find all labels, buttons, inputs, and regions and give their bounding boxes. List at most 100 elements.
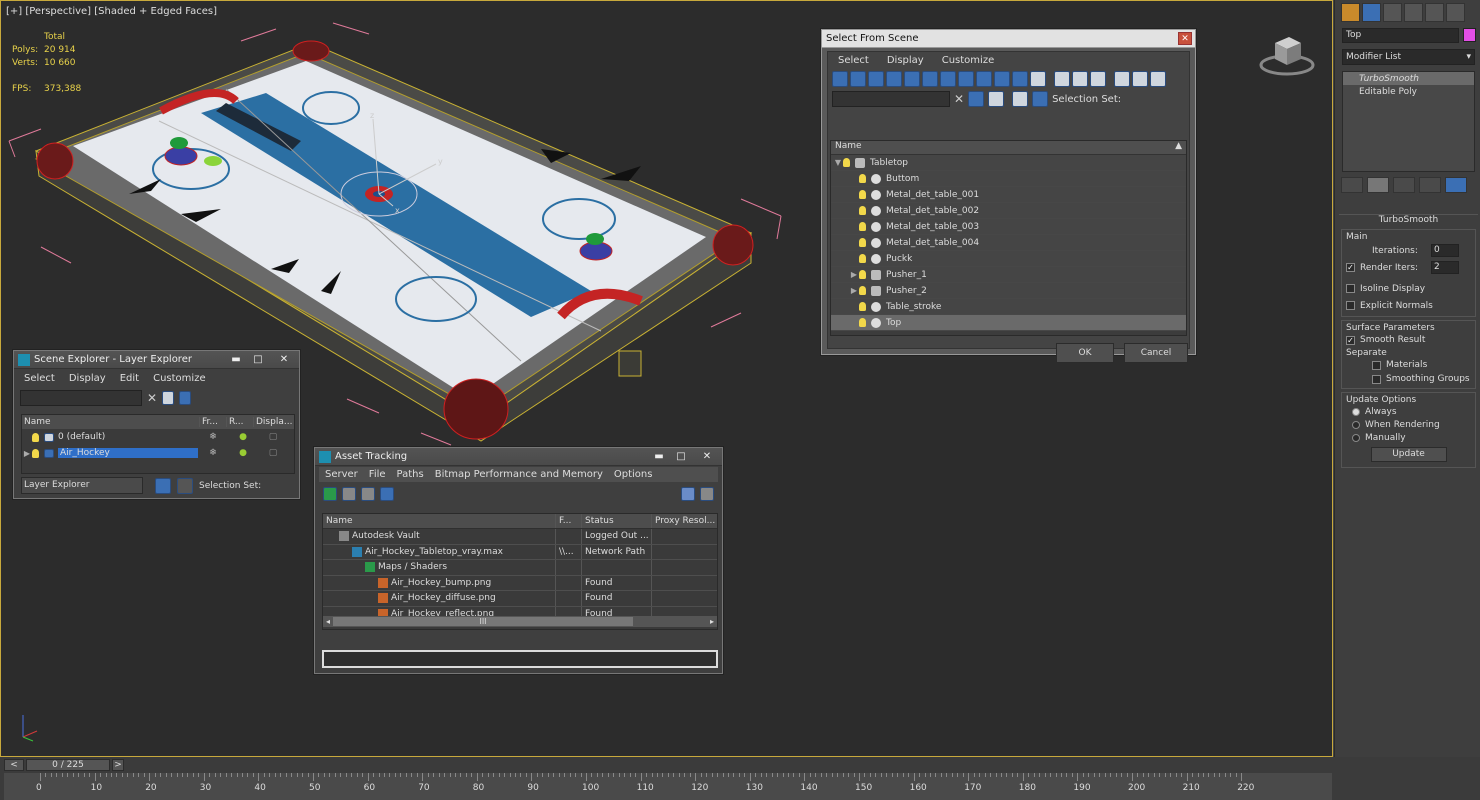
smoothing-groups-checkbox[interactable] — [1372, 374, 1381, 384]
at-menu-file[interactable]: File — [369, 469, 386, 480]
layer-stack-icon[interactable] — [1012, 91, 1029, 107]
make-unique-icon[interactable] — [1393, 177, 1415, 193]
asset-row[interactable]: Air_Hockey_Tabletop_vray.max \\... Network… — [323, 544, 717, 560]
expand-icon[interactable]: ▼ — [833, 158, 843, 167]
time-slider[interactable]: 0 / 225 — [26, 759, 110, 771]
lightbulb-icon[interactable] — [859, 318, 866, 327]
manually-radio[interactable] — [1352, 433, 1360, 442]
snowflake-icon[interactable]: ❄ — [198, 448, 228, 458]
ok-button[interactable]: OK — [1056, 343, 1114, 363]
scene-object-row[interactable]: Buttom — [831, 171, 1186, 187]
at-col-name[interactable]: Name — [323, 514, 556, 528]
display-box-icon[interactable]: ▢ — [258, 432, 288, 442]
se-col-name[interactable]: Name — [22, 417, 200, 427]
se-menu-edit[interactable]: Edit — [120, 373, 139, 384]
show-end-result-icon[interactable] — [1367, 177, 1389, 193]
list-view-icon[interactable] — [342, 487, 356, 501]
clear-search-icon[interactable]: ✕ — [954, 92, 964, 106]
xref-filter-icon[interactable] — [958, 71, 974, 87]
rollout-title[interactable]: TurboSmooth — [1339, 214, 1478, 226]
iterations-spinner[interactable]: 0 — [1431, 244, 1459, 257]
pin-stack-icon[interactable] — [1341, 177, 1363, 193]
smooth-result-checkbox[interactable]: ✓ — [1346, 335, 1355, 345]
expand-icon[interactable]: ▶ — [22, 449, 32, 458]
isoline-checkbox[interactable] — [1346, 284, 1355, 293]
light-filter-icon[interactable] — [868, 71, 884, 87]
horizontal-scrollbar[interactable]: ◂ III ▸ — [323, 616, 717, 627]
layers-icon[interactable] — [988, 91, 1005, 107]
refresh-icon[interactable] — [323, 487, 337, 501]
tree-view-icon[interactable] — [361, 487, 375, 501]
scene-object-row[interactable]: Puckk — [831, 251, 1186, 267]
at-col-full-path[interactable]: F... — [556, 514, 582, 528]
sort-icon[interactable] — [1132, 71, 1148, 87]
at-menu-options[interactable]: Options — [614, 469, 653, 480]
object-color-swatch[interactable] — [1463, 28, 1476, 42]
teapot-icon[interactable]: ● — [228, 448, 258, 458]
lightbulb-icon[interactable] — [859, 190, 866, 199]
sfs-search-input[interactable] — [832, 91, 950, 107]
se-col-render[interactable]: R... — [227, 417, 254, 427]
remove-modifier-icon[interactable] — [1419, 177, 1441, 193]
se-col-display[interactable]: Displa... — [254, 417, 294, 427]
render-iters-spinner[interactable]: 2 — [1431, 261, 1459, 274]
sort-by-hierarchy-icon[interactable] — [177, 477, 193, 494]
scene-object-row[interactable]: Metal_det_table_002 — [831, 203, 1186, 219]
update-button[interactable]: Update — [1370, 447, 1447, 462]
scene-object-row[interactable]: ▶ Pusher_2 — [831, 283, 1186, 299]
time-prev-icon[interactable]: < — [4, 759, 24, 771]
asset-path-field[interactable] — [322, 650, 718, 668]
lightbulb-icon[interactable] — [859, 206, 866, 215]
invert-display-icon[interactable] — [1090, 71, 1106, 87]
bone-filter-icon[interactable] — [976, 71, 992, 87]
asset-row[interactable]: Air_Hockey_diffuse.png Found — [323, 591, 717, 607]
se-menu-select[interactable]: Select — [24, 373, 55, 384]
hierarchy-icon[interactable] — [1032, 91, 1049, 107]
sfs-list-header[interactable]: Name ▲ — [831, 141, 1186, 155]
name-column-header[interactable]: Name — [835, 141, 862, 154]
layer-row[interactable]: ▶ Air_Hockey ❄ ● ▢ — [22, 445, 294, 461]
create-tab-icon[interactable] — [1341, 3, 1360, 22]
filter-toggle-icon[interactable] — [968, 91, 985, 107]
materials-checkbox[interactable] — [1372, 360, 1381, 370]
close-icon[interactable]: ✕ — [1178, 32, 1192, 45]
at-col-status[interactable]: Status — [582, 514, 652, 528]
at-col-proxy[interactable]: Proxy Resol... — [652, 514, 717, 528]
scene-object-row[interactable]: ▶ Pusher_1 — [831, 267, 1186, 283]
teapot-icon[interactable]: ● — [228, 432, 258, 442]
at-menu-paths[interactable]: Paths — [397, 469, 424, 480]
maximize-icon[interactable]: □ — [247, 353, 269, 367]
close-icon[interactable]: ✕ — [269, 353, 299, 367]
spacewarp-filter-icon[interactable] — [922, 71, 938, 87]
motion-tab-icon[interactable] — [1404, 3, 1423, 22]
hierarchy-tab-icon[interactable] — [1383, 3, 1402, 22]
modifier-list-dropdown[interactable]: Modifier List ▾ — [1342, 49, 1475, 65]
container-filter-icon[interactable] — [994, 71, 1010, 87]
sfs-menu-display[interactable]: Display — [887, 55, 924, 66]
lightbulb-icon[interactable] — [859, 222, 866, 231]
render-iters-checkbox[interactable]: ✓ — [1346, 263, 1355, 272]
explorer-type-dropdown[interactable]: Layer Explorer — [21, 477, 143, 494]
settings-icon[interactable] — [700, 487, 714, 501]
scene-object-row[interactable]: Top — [831, 315, 1186, 331]
viewcube-icon[interactable] — [1259, 31, 1315, 77]
lightbulb-icon[interactable] — [843, 158, 850, 167]
at-menu-server[interactable]: Server — [325, 469, 358, 480]
maximize-icon[interactable]: □ — [670, 450, 692, 464]
utilities-tab-icon[interactable] — [1446, 3, 1465, 22]
scene-object-row[interactable]: Metal_det_table_003 — [831, 219, 1186, 235]
lightbulb-icon[interactable] — [859, 286, 866, 295]
lightbulb-icon[interactable] — [859, 174, 866, 183]
always-radio[interactable] — [1352, 407, 1360, 416]
scene-object-row[interactable]: Metal_det_table_001 — [831, 187, 1186, 203]
geometry-filter-icon[interactable] — [832, 71, 848, 87]
viewport-label[interactable]: [+] [Perspective] [Shaded + Edged Faces] — [6, 6, 217, 17]
close-icon[interactable]: ✕ — [692, 450, 722, 464]
clear-search-icon[interactable]: ✕ — [147, 391, 157, 405]
se-menu-display[interactable]: Display — [69, 373, 106, 384]
explicit-normals-checkbox[interactable] — [1346, 301, 1355, 310]
camera-filter-icon[interactable] — [886, 71, 902, 87]
asset-row[interactable]: Air_Hockey_bump.png Found — [323, 575, 717, 591]
minimize-icon[interactable]: ▬ — [648, 450, 670, 464]
modify-tab-icon[interactable] — [1362, 3, 1381, 22]
